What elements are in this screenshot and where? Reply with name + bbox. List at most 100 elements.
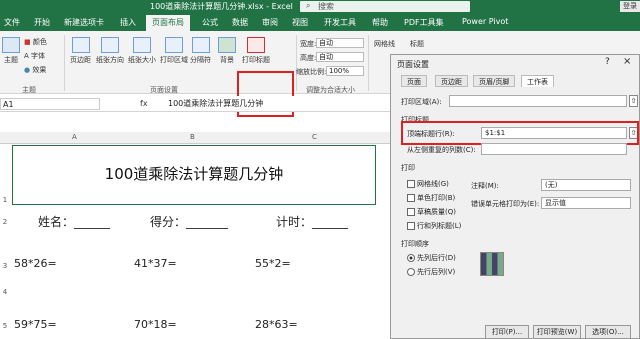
problem-cell[interactable]: 41*37=: [134, 257, 177, 270]
width-label: 宽度:: [300, 40, 317, 48]
tab-data[interactable]: 数据: [232, 17, 248, 28]
tab-page-layout[interactable]: 页面布局: [146, 15, 190, 31]
print-area-button[interactable]: 打印区域: [160, 37, 188, 65]
comments-dropdown[interactable]: (无): [541, 179, 631, 191]
options-button[interactable]: 选项(O)...: [585, 325, 631, 339]
print-titles-button[interactable]: 打印标题: [242, 37, 270, 65]
tab-review[interactable]: 审阅: [262, 17, 278, 28]
page-setup-dialog: 页面设置 ? × 页面 页边距 页眉/页脚 工作表 打印区域(A): ⇧ 打印标…: [390, 54, 640, 339]
tab-developer[interactable]: 开发工具: [324, 17, 356, 28]
height-label: 高度:: [300, 54, 317, 62]
colors-icon: ■: [24, 38, 31, 46]
close-icon[interactable]: ×: [623, 56, 631, 67]
comments-label: 注释(M):: [471, 182, 499, 190]
print-order-preview-icon: [480, 252, 504, 276]
draft-checkbox[interactable]: 草稿质量(Q): [407, 207, 456, 217]
print-area-label: 打印区域(A):: [401, 98, 442, 106]
tab-header-footer[interactable]: 页眉/页脚: [473, 75, 516, 87]
ribbon-tabs: 文件 开始 新建选项卡 插入 页面布局 公式 数据 审阅 视图 开发工具 帮助 …: [0, 14, 640, 31]
tab-home[interactable]: 开始: [34, 17, 50, 28]
problem-cell[interactable]: 58*26=: [14, 257, 57, 270]
problem-cell[interactable]: 28*63=: [255, 318, 298, 331]
width-dropdown[interactable]: 自动: [316, 38, 364, 48]
print-area-icon: [165, 37, 183, 53]
fx-icon[interactable]: fx: [140, 99, 148, 108]
bw-checkbox[interactable]: 单色打印(B): [407, 193, 455, 203]
over-then-down-radio[interactable]: 先行后列(V): [407, 267, 455, 277]
tab-insert[interactable]: 插入: [120, 17, 136, 28]
margins-icon: [71, 37, 90, 53]
row-number[interactable]: 5: [0, 322, 10, 330]
name-field-label[interactable]: 姓名：______: [38, 213, 110, 230]
cols-to-repeat-input[interactable]: [481, 143, 627, 155]
problem-cell[interactable]: 59*75=: [14, 318, 57, 331]
search-icon: ⌕: [306, 1, 311, 10]
tab-view[interactable]: 视图: [292, 17, 308, 28]
problem-cell[interactable]: 55*2=: [255, 257, 291, 270]
effects-button[interactable]: ● 效果: [24, 65, 46, 75]
search-box[interactable]: ⌕ 搜索: [300, 1, 470, 12]
col-header-a[interactable]: A: [72, 133, 77, 141]
print-section: 打印: [401, 164, 415, 172]
orientation-button[interactable]: 纸张方向: [96, 37, 124, 65]
tab-power-pivot[interactable]: Power Pivot: [462, 17, 508, 26]
gridlines-checkbox[interactable]: 网格线(G): [407, 179, 449, 189]
height-dropdown[interactable]: 自动: [316, 52, 364, 62]
errors-label: 错误单元格打印为(E):: [471, 200, 540, 208]
collapse-icon[interactable]: ⇧: [629, 95, 638, 107]
help-icon[interactable]: ?: [605, 57, 610, 67]
fonts-button[interactable]: A 字体: [24, 51, 45, 61]
column-headers: A B C: [0, 132, 390, 144]
checkbox-icon: [407, 194, 415, 202]
checkbox-icon: [407, 180, 415, 188]
row-number[interactable]: 3: [0, 262, 10, 270]
background-button[interactable]: 背景: [218, 37, 236, 65]
scale-input[interactable]: 100%: [326, 66, 364, 76]
tab-help[interactable]: 帮助: [372, 17, 388, 28]
col-header-b[interactable]: B: [190, 133, 195, 141]
problem-cell[interactable]: 70*18=: [134, 318, 177, 331]
tab-page[interactable]: 页面: [401, 75, 427, 87]
window-title: 100道乘除法计算题几分钟.xlsx - Excel: [150, 2, 293, 11]
print-area-input[interactable]: [449, 95, 627, 107]
sheet-title: 100道乘除法计算题几分钟: [104, 165, 284, 183]
tab-new[interactable]: 新建选项卡: [64, 17, 104, 28]
errors-dropdown[interactable]: 显示值: [541, 197, 631, 209]
row-number[interactable]: 2: [0, 218, 10, 226]
orientation-icon: [101, 37, 119, 53]
margins-button[interactable]: 页边距: [70, 37, 91, 65]
row-number[interactable]: 1: [0, 196, 10, 204]
group-theme-label: 主题: [22, 86, 36, 94]
breaks-icon: [191, 37, 210, 53]
row-number[interactable]: 4: [0, 288, 10, 296]
headings-option[interactable]: 标题: [410, 39, 424, 49]
formula-content[interactable]: 100道乘除法计算题几分钟: [168, 98, 263, 109]
headings-checkbox[interactable]: 行和列标题(L): [407, 221, 461, 231]
name-box[interactable]: A1: [0, 98, 100, 110]
themes-button[interactable]: 主题: [2, 37, 20, 65]
time-field-label[interactable]: 计时：______: [276, 213, 348, 230]
highlight-rows-to-repeat: [401, 121, 639, 145]
tab-formulas[interactable]: 公式: [202, 17, 218, 28]
down-then-over-radio[interactable]: 先列后行(D): [407, 253, 456, 263]
login-button[interactable]: 登录: [620, 1, 640, 12]
tab-pdf[interactable]: PDF工具集: [404, 17, 444, 28]
print-preview-button[interactable]: 打印预览(W): [533, 325, 581, 339]
background-icon: [218, 37, 236, 53]
colors-button[interactable]: ■ 颜色: [24, 37, 47, 47]
breaks-button[interactable]: 分隔符: [190, 37, 211, 65]
print-button[interactable]: 打印(P)...: [485, 325, 529, 339]
print-titles-icon: [247, 37, 265, 53]
scale-label: 缩放比例:: [296, 68, 327, 76]
tab-file[interactable]: 文件: [4, 17, 20, 28]
title-bar: 100道乘除法计算题几分钟.xlsx - Excel ⌕ 搜索 登录: [0, 0, 640, 14]
gridlines-option[interactable]: 网格线: [374, 39, 395, 49]
tab-margins[interactable]: 页边距: [435, 75, 468, 87]
tab-sheet[interactable]: 工作表: [521, 75, 554, 87]
size-icon: [133, 37, 151, 53]
col-header-c[interactable]: C: [312, 133, 317, 141]
score-field-label[interactable]: 得分：_______: [150, 213, 228, 230]
size-button[interactable]: 纸张大小: [128, 37, 156, 65]
search-placeholder: 搜索: [318, 2, 334, 11]
fonts-icon: A: [24, 52, 29, 60]
